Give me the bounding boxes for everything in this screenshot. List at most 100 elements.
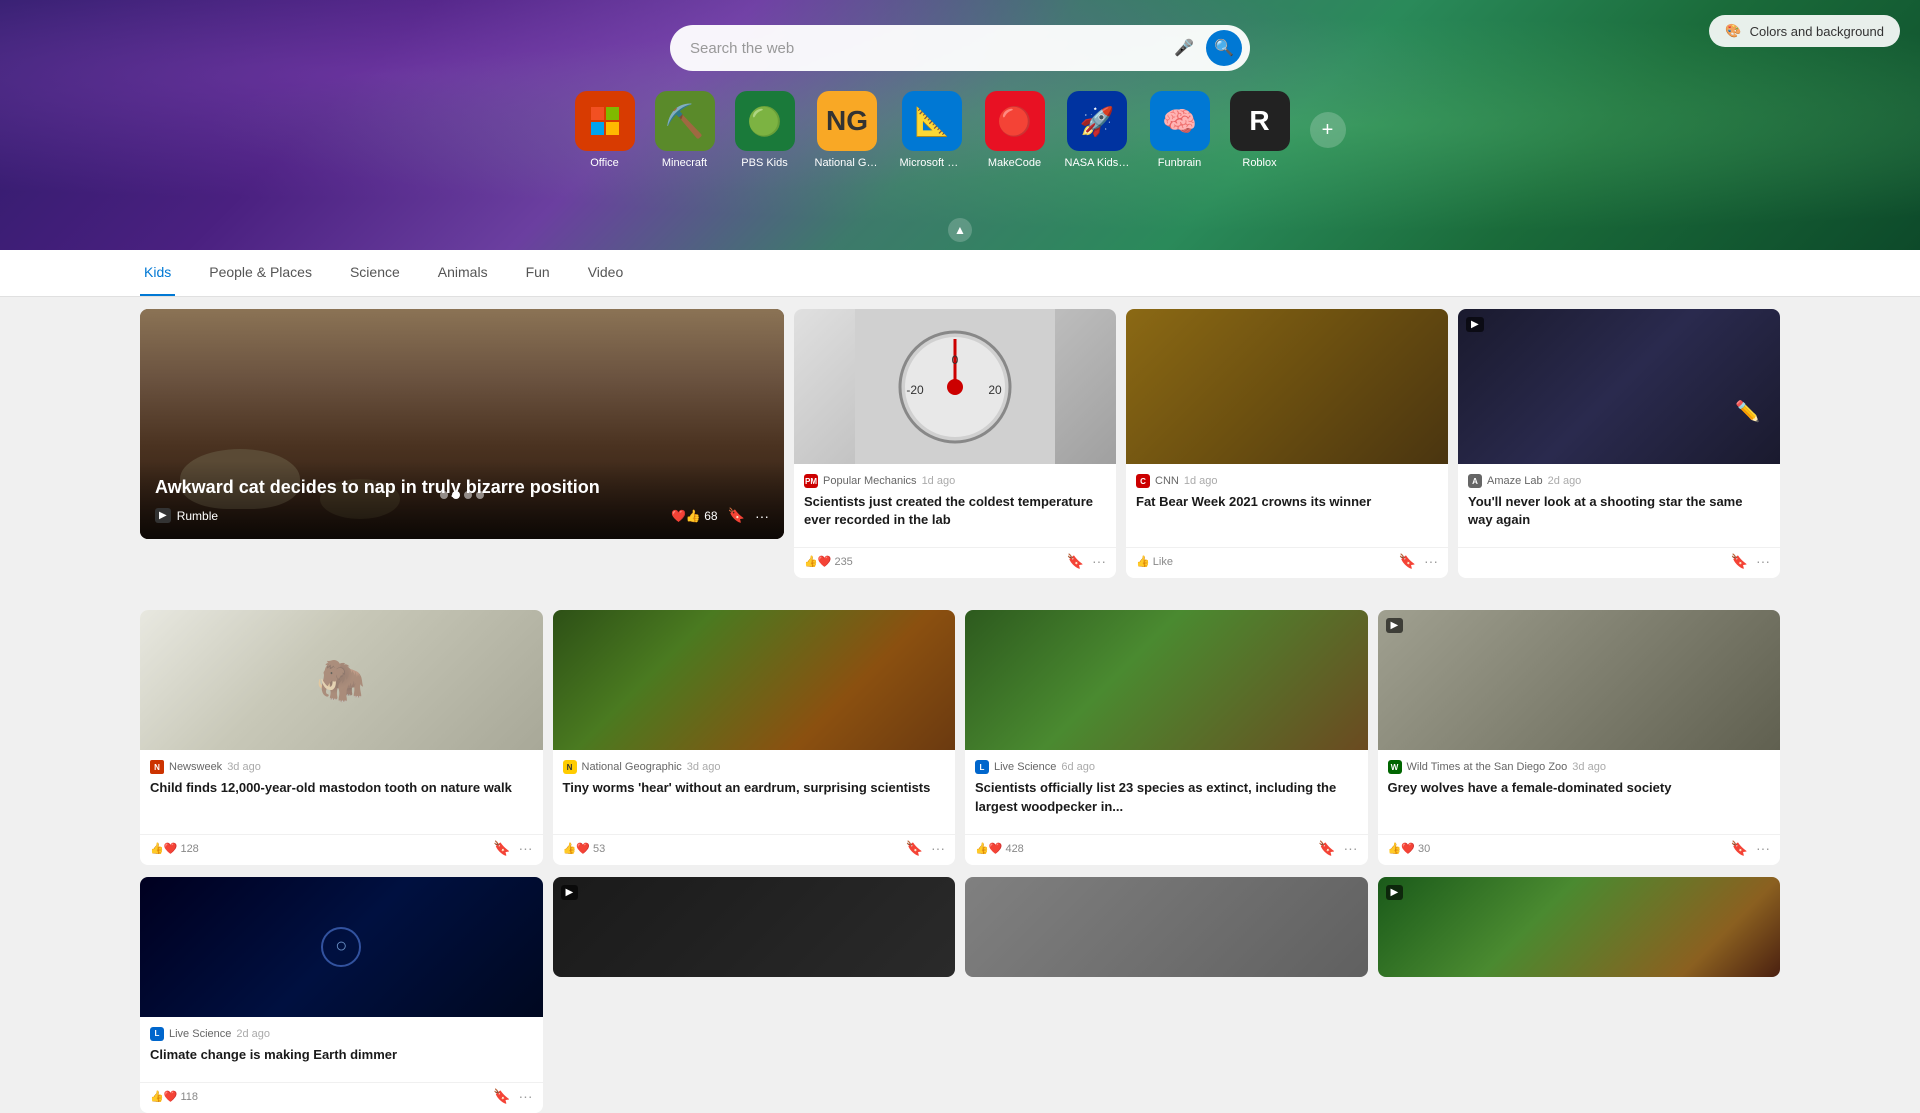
card-source: N National Geographic 3d ago [563,760,946,774]
card-body: PM Popular Mechanics 1d ago Scientists j… [794,464,1116,547]
apps-container: Office ⛏️ Minecraft 🟢 PBS Kids NG Nation… [575,91,1346,169]
more-icon[interactable]: ··· [1756,553,1770,570]
main-content: Kids People & Places Science Animals Fun… [0,250,1920,1113]
app-makecode[interactable]: 🔴 MakeCode [985,91,1045,169]
bookmark-icon[interactable]: 🔖 [728,507,745,524]
card-body: N National Geographic 3d ago Tiny worms … [553,750,956,833]
app-office[interactable]: Office [575,91,635,169]
featured-card[interactable]: Awkward cat decides to nap in truly biza… [140,309,784,539]
tab-fun[interactable]: Fun [522,250,554,296]
featured-overlay: Awkward cat decides to nap in truly biza… [140,461,784,539]
more-icon[interactable]: ··· [1424,553,1438,570]
carousel-dots [440,491,484,499]
card-bottom-2[interactable] [965,877,1368,977]
featured-actions: ❤️👍 68 🔖 ··· [671,507,769,524]
card-body: L Live Science 6d ago Scientists officia… [965,750,1368,833]
voice-search-button[interactable]: 🎤 [1168,32,1200,64]
card-body: L Live Science 2d ago Climate change is … [140,1017,543,1082]
more-icon[interactable]: ··· [519,1088,533,1105]
video-badge-b3: ▶ [1386,885,1404,900]
tab-kids[interactable]: Kids [140,250,175,296]
card-footer: 🔖 ··· [1458,547,1780,578]
minecraft-icon: ⛏️ [655,91,715,151]
card-footer: 👍❤️ 235 🔖 ··· [794,547,1116,578]
cnn-source-icon: C [1136,474,1150,488]
more-icon[interactable]: ··· [519,840,533,857]
livesci-source-icon: L [975,760,989,774]
office-icon [575,91,635,151]
app-pbs-kids[interactable]: 🟢 PBS Kids [735,91,795,169]
app-nasa-kids[interactable]: 🚀 NASA Kids Club [1065,91,1130,169]
bookmark-icon[interactable]: 🔖 [1731,553,1748,570]
video-badge-b1: ▶ [561,885,579,900]
funbrain-icon: 🧠 [1150,91,1210,151]
more-icon[interactable]: ··· [1092,553,1106,570]
app-minecraft[interactable]: ⛏️ Minecraft [655,91,715,169]
bookmark-icon[interactable]: 🔖 [493,840,510,857]
more-icon[interactable]: ··· [931,840,945,857]
app-national-geo[interactable]: NG National Geo... [815,91,880,169]
svg-text:0: 0 [952,353,959,367]
add-app-button[interactable]: + [1310,112,1346,148]
nav-tabs: Kids People & Places Science Animals Fun… [0,250,1920,297]
card-source: L Live Science 6d ago [975,760,1358,774]
search-input[interactable] [670,25,1250,71]
search-icon-group: 🎤 🔍 [1168,30,1242,66]
card-footer: 👍❤️ 53 🔖 ··· [553,834,956,865]
amaze-source-icon: A [1468,474,1482,488]
bookmark-icon[interactable]: 🔖 [493,1088,510,1105]
colors-background-button[interactable]: 🎨 Colors and background [1709,15,1900,47]
card-footer: 👍❤️ 428 🔖 ··· [965,834,1368,865]
news-grid-row3: ○ L Live Science 2d ago Climate change i… [0,877,1920,1113]
roblox-icon: R [1230,91,1290,151]
app-microsoft-math[interactable]: 📐 Microsoft Ma... [900,91,965,169]
microsoft-math-icon: 📐 [902,91,962,151]
app-roblox[interactable]: R Roblox [1230,91,1290,169]
featured-meta: ▶ Rumble ❤️👍 68 🔖 ··· [155,507,769,524]
news-grid: Awkward cat decides to nap in truly biza… [0,297,1920,610]
card-livesci-climate[interactable]: ○ L Live Science 2d ago Climate change i… [140,877,543,1113]
search-container: 🎤 🔍 [670,25,1250,71]
card-cnn-fat-bear[interactable]: C CNN 1d ago Fat Bear Week 2021 crowns i… [1126,309,1448,578]
more-icon[interactable]: ··· [1756,840,1770,857]
card-livesci-woodpecker[interactable]: L Live Science 6d ago Scientists officia… [965,610,1368,864]
collapse-button[interactable]: ▲ [948,218,972,242]
card-body: N Newsweek 3d ago Child finds 12,000-yea… [140,750,543,833]
newsweek-source-icon: N [150,760,164,774]
bookmark-icon[interactable]: 🔖 [1067,553,1084,570]
svg-text:-20: -20 [906,383,924,397]
card-bottom-3[interactable]: ▶ [1378,877,1781,977]
card-bottom-1[interactable]: ▶ [553,877,956,977]
wildtimes-source-icon: W [1388,760,1402,774]
tab-people-places[interactable]: People & Places [205,250,316,296]
card-popular-mechanics[interactable]: 0 20 -20 PM Popular Mechanics 1d ago Sci… [794,309,1116,578]
card-amaze-lab[interactable]: ▶ ✏️ A Amaze Lab 2d ago You'll never loo… [1458,309,1780,578]
nasa-icon: 🚀 [1067,91,1127,151]
natgeo-source-icon: N [563,760,577,774]
bookmark-icon[interactable]: 🔖 [906,840,923,857]
bookmark-icon[interactable]: 🔖 [1731,840,1748,857]
search-button[interactable]: 🔍 [1206,30,1242,66]
card-footer: 👍❤️ 118 🔖 ··· [140,1082,543,1113]
card-footer: 👍❤️ 30 🔖 ··· [1378,834,1781,865]
tab-animals[interactable]: Animals [434,250,492,296]
bookmark-icon[interactable]: 🔖 [1318,840,1335,857]
card-source: N Newsweek 3d ago [150,760,533,774]
tab-science[interactable]: Science [346,250,404,296]
more-icon[interactable]: ··· [755,508,769,524]
more-icon[interactable]: ··· [1344,840,1358,857]
natgeo-icon: NG [817,91,877,151]
app-funbrain[interactable]: 🧠 Funbrain [1150,91,1210,169]
card-source: PM Popular Mechanics 1d ago [804,474,1106,488]
card-body: C CNN 1d ago Fat Bear Week 2021 crowns i… [1126,464,1448,547]
card-newsweek-mastodon[interactable]: 🦣 N Newsweek 3d ago Child finds 12,000-y… [140,610,543,864]
card-thumb-thermometer: 0 20 -20 [794,309,1116,464]
card-footer: 👍 Like 🔖 ··· [1126,547,1448,578]
card-body: W Wild Times at the San Diego Zoo 3d ago… [1378,750,1781,833]
tab-video[interactable]: Video [584,250,628,296]
news-grid-row2: 🦣 N Newsweek 3d ago Child finds 12,000-y… [0,610,1920,876]
card-natgeo-worms[interactable]: N National Geographic 3d ago Tiny worms … [553,610,956,864]
bookmark-icon[interactable]: 🔖 [1399,553,1416,570]
card-wildtimes-wolves[interactable]: ▶ W Wild Times at the San Diego Zoo 3d a… [1378,610,1781,864]
makecode-icon: 🔴 [985,91,1045,151]
